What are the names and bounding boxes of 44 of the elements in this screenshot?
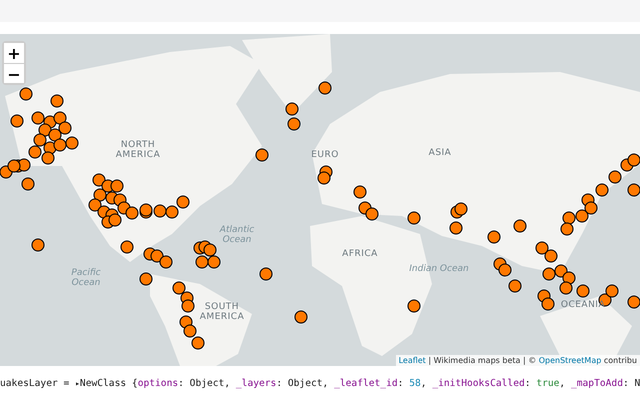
console-output-line: uakesLayer = ▸NewClass {options: Object, _layers: Object, _leaflet_id: 58, _initHooksCalled: true, _mapToAdd: N — [0, 377, 640, 391]
earthquake-marker[interactable] — [288, 118, 300, 130]
earthquake-marker[interactable] — [628, 296, 640, 308]
continent-label: AFRICA — [341, 249, 379, 259]
earthquake-marker[interactable] — [208, 256, 220, 268]
earthquake-marker[interactable] — [628, 184, 640, 196]
earthquake-marker[interactable] — [10, 114, 24, 128]
earthquake-marker[interactable] — [606, 284, 618, 298]
continent-label: NORTH AMERICA — [114, 140, 162, 160]
map-attribution: Leaflet | Wikimedia maps beta | © OpenStreetMap contribu — [396, 355, 640, 366]
earthquake-marker[interactable] — [0, 166, 12, 178]
continent-label: OCEANIA — [560, 300, 606, 310]
world-map[interactable]: + − NORTH AMERICA EURO ASIA Atlantic Ocean AFRICA Pacific Ocean SOUTH AMERICA Indian Ocean OCEANIA Leaflet | Wikimedia maps beta | © OpenStreetMap contribu — [0, 34, 640, 366]
continent-label: ASIA — [428, 148, 452, 158]
ocean-label: Atlantic Ocean — [218, 225, 256, 245]
earthquake-marker[interactable] — [22, 178, 34, 190]
ocean-label: Indian Ocean — [409, 264, 469, 274]
earthquake-marker[interactable] — [542, 268, 556, 280]
earthquake-marker[interactable] — [140, 272, 152, 286]
earthquake-marker[interactable] — [8, 160, 20, 172]
attribution-link[interactable]: OpenStreetMap — [538, 356, 602, 365]
earthquake-marker[interactable] — [542, 298, 554, 310]
continent-label: EURO — [310, 150, 340, 160]
earthquake-marker[interactable] — [628, 154, 640, 166]
earthquake-marker[interactable] — [260, 268, 272, 280]
continent-label: SOUTH AMERICA — [198, 302, 246, 322]
earthquake-marker[interactable] — [204, 244, 216, 256]
earthquake-marker[interactable] — [294, 310, 308, 324]
earthquake-marker[interactable] — [196, 256, 208, 268]
earthquake-marker[interactable] — [366, 208, 378, 220]
earthquake-marker[interactable] — [560, 282, 572, 294]
earthquake-marker[interactable] — [256, 148, 268, 162]
earthquake-marker[interactable] — [498, 264, 512, 276]
earthquake-marker[interactable] — [576, 284, 590, 298]
earthquake-marker[interactable] — [318, 82, 332, 94]
zoom-out-button[interactable]: − — [4, 63, 24, 83]
attribution-link[interactable]: Leaflet — [398, 356, 426, 365]
earthquake-marker[interactable] — [20, 88, 32, 100]
earthquake-marker[interactable] — [508, 280, 522, 292]
earthquake-marker[interactable] — [32, 238, 44, 252]
ocean-label: Pacific Ocean — [70, 268, 102, 288]
earthquake-marker[interactable] — [408, 212, 420, 224]
earthquake-marker[interactable] — [160, 256, 172, 268]
earthquake-marker[interactable] — [286, 102, 298, 116]
